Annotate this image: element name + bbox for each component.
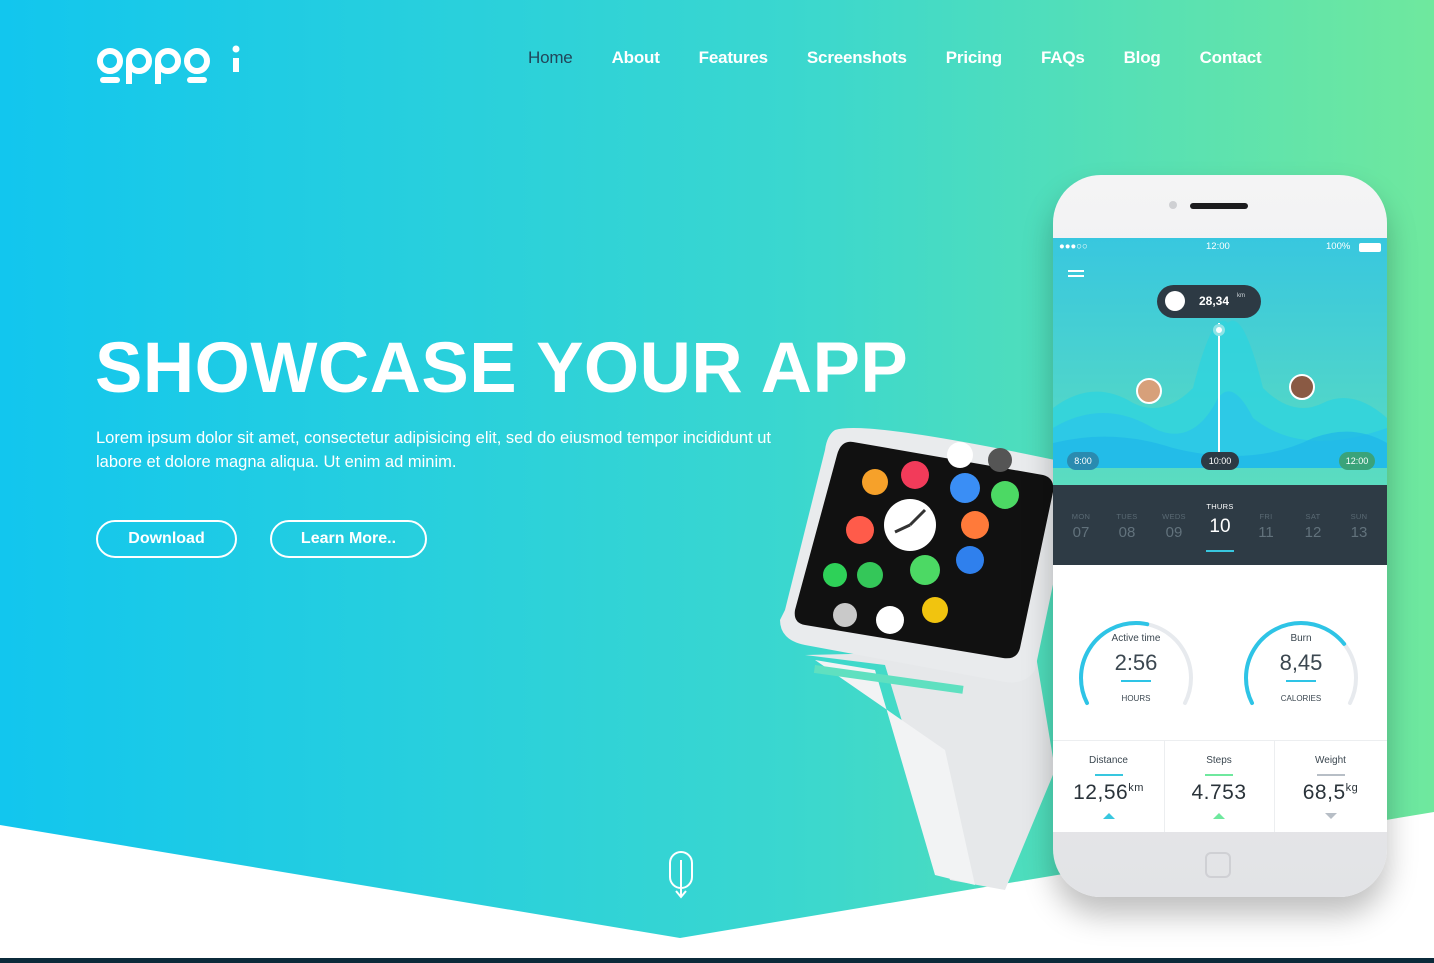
nav-faqs[interactable]: FAQs bbox=[1041, 48, 1085, 68]
nav-pricing[interactable]: Pricing bbox=[946, 48, 1002, 68]
stat-weight[interactable]: Weight 68,5kg bbox=[1274, 741, 1387, 832]
up-arrow-icon bbox=[1102, 813, 1115, 819]
timeline-end[interactable]: 12:00 bbox=[1339, 452, 1375, 470]
nav-blog[interactable]: Blog bbox=[1124, 48, 1161, 68]
activity-chart-panel: ●●●○○ 12:00 100% 28,34 km 8:00 10:00 12:… bbox=[1053, 238, 1387, 485]
timeline-start[interactable]: 8:00 bbox=[1067, 452, 1099, 470]
camera-icon bbox=[1169, 201, 1177, 209]
active-day-indicator bbox=[1206, 550, 1234, 552]
burn-value: 8,45 bbox=[1279, 650, 1323, 675]
stat-steps[interactable]: Steps 4.753 bbox=[1164, 741, 1275, 832]
download-button[interactable]: Download bbox=[96, 520, 237, 558]
stats-row: Distance 12,56km Steps 4.753 Weight 68,5… bbox=[1053, 740, 1387, 832]
up-arrow-icon bbox=[1213, 813, 1225, 819]
hero-title: SHOWCASE YOUR APP bbox=[95, 329, 909, 408]
nav-features[interactable]: Features bbox=[699, 48, 768, 68]
mouse-scroll-icon[interactable] bbox=[668, 850, 694, 905]
active-time-unit: HOURS bbox=[1121, 694, 1151, 703]
menu-icon[interactable] bbox=[1053, 266, 1093, 282]
friend-avatar-left[interactable] bbox=[1136, 378, 1162, 404]
signal-strength: ●●●○○ bbox=[1059, 241, 1088, 252]
active-time-gauge: Active time 2:56 HOURS bbox=[1071, 598, 1201, 718]
bubble-value: 28,34 bbox=[1199, 294, 1230, 308]
nav-screenshots[interactable]: Screenshots bbox=[807, 48, 907, 68]
nav-about[interactable]: About bbox=[612, 48, 660, 68]
burn-unit: CALORIES bbox=[1280, 694, 1322, 703]
hero-description: Lorem ipsum dolor sit amet, consectetur … bbox=[96, 429, 772, 471]
phone-speaker bbox=[1190, 203, 1248, 209]
chart-marker[interactable] bbox=[1213, 324, 1225, 336]
down-arrow-icon bbox=[1324, 813, 1337, 819]
active-time-value: 2:56 bbox=[1114, 650, 1158, 675]
learn-more-button[interactable]: Learn More.. bbox=[270, 520, 427, 558]
distance-bubble: 28,34 km bbox=[1157, 285, 1261, 318]
friend-avatar-right[interactable] bbox=[1289, 374, 1315, 400]
avatar bbox=[1165, 291, 1185, 311]
activity-wave-chart bbox=[1053, 320, 1387, 468]
smartwatch-illustration bbox=[775, 420, 1075, 905]
phone-screen: ●●●○○ 12:00 100% 28,34 km 8:00 10:00 12:… bbox=[1053, 238, 1387, 832]
battery-percent: 100% bbox=[1326, 241, 1351, 252]
hero-section: oppoi Home About Features Screenshots Pr… bbox=[0, 0, 1434, 963]
timeline-current[interactable]: 10:00 bbox=[1201, 452, 1239, 470]
nav-contact[interactable]: Contact bbox=[1200, 48, 1262, 68]
bottom-strip bbox=[0, 958, 1434, 963]
logo-icon: oppoi bbox=[96, 40, 240, 84]
status-time: 12:00 bbox=[1206, 241, 1230, 252]
home-button[interactable] bbox=[1205, 852, 1231, 878]
burn-gauge: Burn 8,45 CALORIES bbox=[1236, 598, 1366, 718]
stat-distance[interactable]: Distance 12,56km bbox=[1053, 741, 1165, 832]
logo-text: oppoi bbox=[96, 40, 99, 41]
burn-label: Burn bbox=[1290, 633, 1312, 644]
phone-mockup: ●●●○○ 12:00 100% 28,34 km 8:00 10:00 12:… bbox=[1053, 175, 1387, 897]
battery-icon bbox=[1359, 243, 1381, 252]
main-nav: Home About Features Screenshots Pricing … bbox=[528, 48, 1300, 68]
day-selector: MON 07 TUES 08 WEDS 09 THURS 10 FRI 11 SAT 12 … bbox=[1053, 485, 1387, 565]
active-time-label: Active time bbox=[1111, 633, 1161, 644]
bubble-unit: km bbox=[1237, 293, 1245, 299]
nav-home[interactable]: Home bbox=[528, 48, 573, 68]
brand-logo[interactable]: oppoi bbox=[96, 40, 246, 93]
